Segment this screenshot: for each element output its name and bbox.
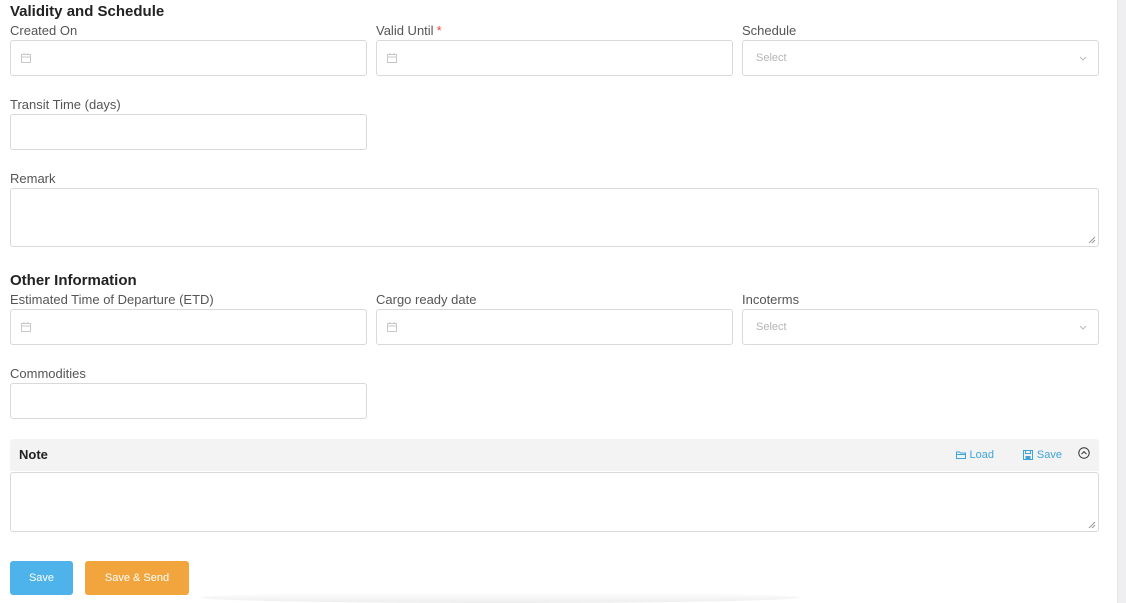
vertical-scrollbar[interactable] bbox=[1117, 0, 1126, 603]
etd-label: Estimated Time of Departure (ETD) bbox=[10, 292, 214, 307]
incoterms-placeholder: Select bbox=[756, 321, 787, 333]
calendar-icon bbox=[387, 322, 397, 332]
calendar-icon bbox=[21, 53, 31, 63]
created-on-date-input[interactable] bbox=[10, 40, 367, 76]
note-load-button[interactable]: Load bbox=[955, 449, 994, 461]
schedule-label: Schedule bbox=[742, 23, 797, 38]
cargo-ready-date-input[interactable] bbox=[376, 309, 733, 345]
resize-grip-icon[interactable] bbox=[1088, 521, 1096, 529]
resize-grip-icon[interactable] bbox=[1088, 236, 1096, 244]
section-title-validity: Validity and Schedule bbox=[10, 3, 165, 20]
remark-label: Remark bbox=[10, 171, 56, 186]
note-title: Note bbox=[19, 447, 48, 462]
etd-date-input[interactable] bbox=[10, 309, 367, 345]
required-mark: * bbox=[436, 23, 442, 38]
save-button[interactable]: Save bbox=[10, 561, 73, 595]
incoterms-label: Incoterms bbox=[742, 292, 800, 307]
chevron-down-icon bbox=[1079, 56, 1087, 61]
note-load-label: Load bbox=[969, 449, 994, 461]
note-save-button[interactable]: Save bbox=[1022, 449, 1062, 461]
created-on-label: Created On bbox=[10, 23, 78, 38]
incoterms-select[interactable]: Select bbox=[742, 309, 1099, 345]
calendar-icon bbox=[21, 322, 31, 332]
remark-textarea[interactable] bbox=[10, 188, 1099, 247]
valid-until-date-input[interactable] bbox=[376, 40, 733, 76]
floppy-disk-icon bbox=[1022, 450, 1033, 460]
transit-time-input[interactable] bbox=[10, 114, 367, 150]
chevron-down-icon bbox=[1079, 325, 1087, 330]
note-textarea[interactable] bbox=[10, 472, 1099, 532]
bottom-shadow bbox=[200, 592, 800, 603]
schedule-select[interactable]: Select bbox=[742, 40, 1099, 76]
section-title-other: Other Information bbox=[10, 272, 137, 289]
calendar-icon bbox=[387, 53, 397, 63]
note-save-label: Save bbox=[1036, 449, 1062, 461]
valid-until-label: Valid Until * bbox=[376, 23, 442, 38]
commodities-label: Commodities bbox=[10, 366, 86, 381]
cargo-ready-label: Cargo ready date bbox=[376, 292, 477, 307]
commodities-input[interactable] bbox=[10, 383, 367, 419]
save-and-send-button[interactable]: Save & Send bbox=[85, 561, 189, 595]
collapse-circle-icon[interactable] bbox=[1078, 447, 1090, 459]
note-panel-header: Note Load Save bbox=[10, 439, 1099, 471]
schedule-placeholder: Select bbox=[756, 52, 787, 64]
transit-time-label: Transit Time (days) bbox=[10, 97, 121, 112]
folder-open-icon bbox=[955, 451, 966, 459]
